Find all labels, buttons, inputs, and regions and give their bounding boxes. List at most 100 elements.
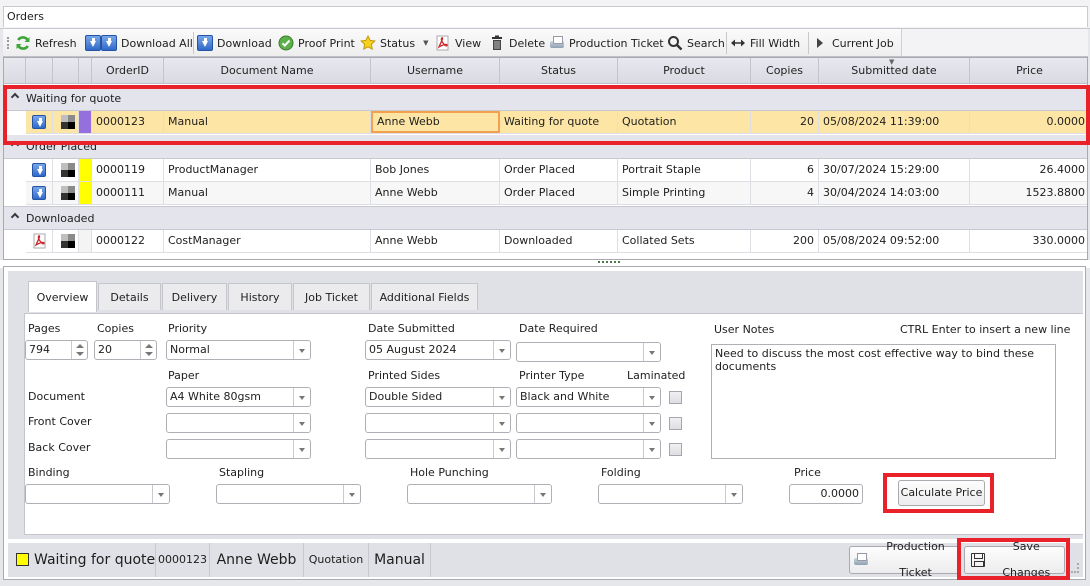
- calculate-price-button[interactable]: Calculate Price: [898, 480, 985, 506]
- chevron-down-icon[interactable]: [343, 485, 360, 503]
- toolbar: Refresh Download All Download Proof Prin…: [3, 29, 1088, 57]
- priority-select[interactable]: Normal: [166, 340, 311, 360]
- toolbar-grip[interactable]: [7, 37, 9, 49]
- col-header-username[interactable]: Username: [371, 58, 500, 84]
- document-printer-type-value: Black and White: [520, 390, 610, 403]
- document-paper-select[interactable]: A4 White 80gsm: [166, 387, 311, 407]
- tab-overview[interactable]: Overview: [28, 281, 97, 312]
- priority-label: Priority: [168, 322, 208, 335]
- document-printed-sides-select[interactable]: Double Sided: [365, 387, 511, 407]
- price-input[interactable]: 0.0000: [789, 484, 863, 504]
- sort-descending-icon: ▼: [889, 58, 895, 66]
- row-icon-cell[interactable]: [26, 230, 53, 252]
- front-cover-laminated-checkbox[interactable]: [669, 417, 682, 430]
- spinner-arrows-icon[interactable]: [140, 341, 156, 359]
- collapse-caret-icon[interactable]: [10, 140, 20, 150]
- chevron-down-icon[interactable]: [534, 485, 551, 503]
- chevron-down-icon[interactable]: [493, 341, 510, 359]
- col-header-icon[interactable]: [26, 58, 53, 84]
- front-cover-printed-sides-select[interactable]: [365, 413, 511, 433]
- search-button[interactable]: Search: [667, 33, 725, 53]
- group-row-order-placed[interactable]: Order Placed: [4, 135, 1087, 159]
- back-cover-printed-sides-select[interactable]: [365, 439, 511, 459]
- save-changes-button[interactable]: Save Changes: [964, 540, 1065, 579]
- row-icon-cell[interactable]: [26, 159, 53, 181]
- chevron-down-icon[interactable]: [152, 485, 169, 503]
- col-header-orderid[interactable]: OrderID: [92, 58, 164, 84]
- collapse-caret-icon[interactable]: [10, 92, 20, 102]
- col-header-product[interactable]: Product: [618, 58, 751, 84]
- document-printer-type-select[interactable]: Black and White: [516, 387, 661, 407]
- table-row[interactable]: 0000123 Manual Anne Webb Waiting for quo…: [26, 111, 1087, 134]
- col-header-document-name[interactable]: Document Name: [164, 58, 371, 84]
- front-cover-paper-select[interactable]: [166, 413, 311, 433]
- table-row[interactable]: 0000119 ProductManager Bob Jones Order P…: [26, 159, 1087, 182]
- chevron-down-icon[interactable]: [725, 485, 742, 503]
- date-required-picker[interactable]: [516, 342, 661, 362]
- hole-punching-select[interactable]: [407, 484, 552, 504]
- chevron-down-icon[interactable]: [643, 414, 660, 432]
- col-header-submitted-date[interactable]: ▼ Submitted date: [819, 58, 970, 84]
- col-header-status[interactable]: Status: [500, 58, 618, 84]
- delete-button[interactable]: Delete: [489, 33, 545, 53]
- chevron-down-icon[interactable]: [493, 414, 510, 432]
- tab-history[interactable]: History: [228, 283, 292, 310]
- proof-print-button[interactable]: Proof Print: [278, 33, 355, 53]
- back-cover-paper-select[interactable]: [166, 439, 311, 459]
- user-notes-textarea[interactable]: Need to discuss the most cost effective …: [711, 344, 1056, 459]
- date-submitted-picker[interactable]: 05 August 2024: [365, 340, 511, 360]
- pages-spinner[interactable]: 794: [25, 340, 88, 360]
- tab-details[interactable]: Details: [98, 283, 161, 310]
- col-header-quality[interactable]: [53, 58, 79, 84]
- tab-job-ticket[interactable]: Job Ticket: [293, 283, 370, 310]
- back-cover-laminated-checkbox[interactable]: [669, 443, 682, 456]
- chevron-down-icon[interactable]: [493, 440, 510, 458]
- front-cover-printer-type-select[interactable]: [516, 413, 661, 433]
- row-icon-cell[interactable]: [26, 182, 53, 204]
- stapling-select[interactable]: [216, 484, 361, 504]
- fill-width-button[interactable]: Fill Width: [730, 33, 800, 53]
- chevron-down-icon[interactable]: [643, 388, 660, 406]
- pdf-icon: [435, 35, 451, 51]
- chevron-down-icon[interactable]: [293, 414, 310, 432]
- tab-additional-fields[interactable]: Additional Fields: [371, 283, 478, 310]
- refresh-button[interactable]: Refresh: [15, 33, 77, 53]
- username-cell[interactable]: Anne Webb: [371, 111, 500, 133]
- download-all-button[interactable]: Download All: [85, 33, 193, 53]
- quality-icon: [61, 186, 75, 200]
- current-job-button[interactable]: Current Job: [812, 33, 894, 53]
- price-cell: 0.0000: [1046, 115, 1086, 128]
- resize-grip-icon[interactable]: [1071, 563, 1079, 573]
- production-ticket-footer-button[interactable]: Production Ticket: [849, 540, 961, 579]
- color-tag-cell: [79, 111, 92, 133]
- col-header-price[interactable]: Price: [970, 58, 1087, 84]
- row-icon-cell[interactable]: [26, 111, 53, 133]
- col-header-copies[interactable]: Copies: [751, 58, 819, 84]
- binding-select[interactable]: [25, 484, 170, 504]
- chevron-down-icon[interactable]: [293, 341, 310, 359]
- production-ticket-button[interactable]: Production Ticket: [549, 33, 664, 53]
- copies-spinner[interactable]: 20: [94, 340, 157, 360]
- folding-select[interactable]: [598, 484, 743, 504]
- view-button[interactable]: View: [435, 33, 481, 53]
- chevron-down-icon[interactable]: [293, 440, 310, 458]
- status-dropdown-button[interactable]: Status ▼: [359, 33, 428, 53]
- chevron-down-icon[interactable]: [293, 388, 310, 406]
- chevron-down-icon[interactable]: [643, 343, 660, 361]
- table-row[interactable]: 0000111 Manual Anne Webb Order Placed Si…: [26, 182, 1087, 205]
- group-row-downloaded[interactable]: Downloaded: [4, 206, 1087, 230]
- back-cover-printer-type-select[interactable]: [516, 439, 661, 459]
- col-header-expand[interactable]: [4, 58, 26, 84]
- collapse-caret-icon[interactable]: [10, 212, 20, 222]
- group-row-waiting-for-quote[interactable]: Waiting for quote: [4, 87, 1087, 111]
- col-header-color[interactable]: [79, 58, 92, 84]
- table-row[interactable]: 0000122 CostManager Anne Webb Downloaded…: [26, 230, 1087, 253]
- chevron-down-icon[interactable]: [643, 440, 660, 458]
- table-row-partial[interactable]: [26, 253, 1087, 259]
- tab-delivery[interactable]: Delivery: [162, 283, 227, 310]
- download-button[interactable]: Download: [197, 33, 272, 53]
- delete-label: Delete: [509, 36, 546, 50]
- spinner-arrows-icon[interactable]: [71, 341, 87, 359]
- document-laminated-checkbox[interactable]: [669, 391, 682, 404]
- chevron-down-icon[interactable]: [493, 388, 510, 406]
